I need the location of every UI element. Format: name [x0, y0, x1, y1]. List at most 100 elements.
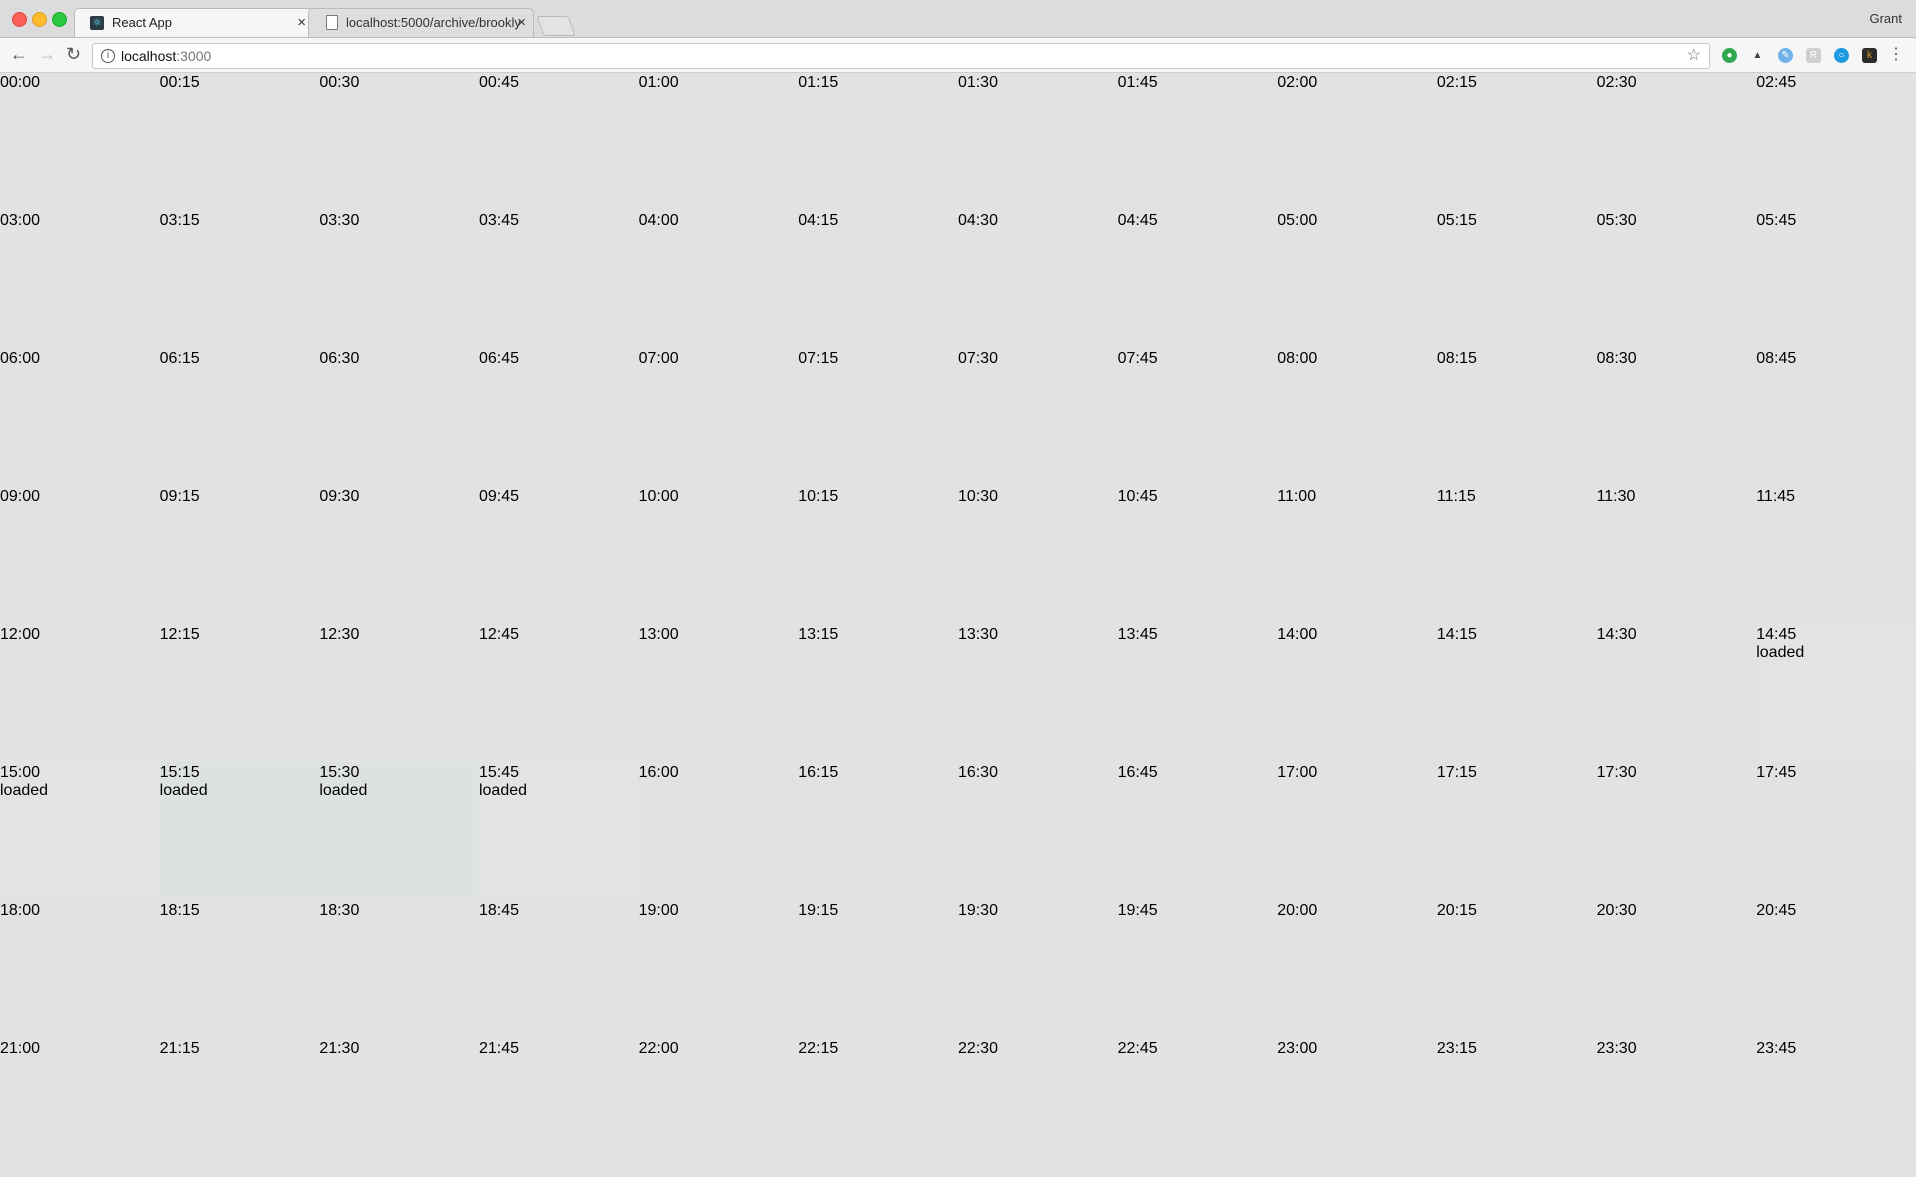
close-window-button[interactable] — [12, 12, 27, 27]
blue-ring-icon[interactable]: ○ — [1834, 48, 1849, 63]
time-slot-cell: 04:15 — [798, 210, 958, 348]
time-slot-cell: 05:15 — [1437, 210, 1597, 348]
time-slot-cell: 11:30 — [1597, 486, 1757, 624]
back-arrow-icon[interactable]: ← — [10, 45, 28, 63]
time-slot-label: 21:15 — [159, 1040, 200, 1057]
time-slot-cell: 15:30 loaded — [319, 762, 479, 900]
time-slot-cell: 02:15 — [1437, 72, 1597, 210]
time-slot-cell: 05:00 — [1277, 210, 1437, 348]
time-slot-label: 12:30 — [319, 626, 360, 643]
time-slot-label: 08:30 — [1596, 350, 1637, 367]
time-slot-label: 02:15 — [1436, 74, 1477, 91]
time-slot-label: 01:30 — [957, 74, 998, 91]
info-icon[interactable]: i — [101, 49, 115, 63]
time-slot-label: 09:15 — [159, 488, 200, 505]
time-slot-label: 16:15 — [798, 764, 839, 781]
menu-dots-icon[interactable]: ⋮ — [1888, 46, 1904, 64]
time-slot-cell: 08:00 — [1277, 348, 1437, 486]
time-slot-cell: 04:30 — [958, 210, 1118, 348]
profile-name[interactable]: Grant — [1869, 11, 1902, 26]
address-bar[interactable]: i localhost:3000 ☆ — [92, 43, 1710, 69]
time-slot-cell: 03:15 — [160, 210, 320, 348]
time-slot-cell: 04:45 — [1118, 210, 1278, 348]
tab-react-app[interactable]: ⚛ React App × — [74, 8, 314, 37]
time-slot-label: 09:30 — [319, 488, 360, 505]
reload-icon[interactable]: ↻ — [66, 45, 81, 63]
close-tab-icon[interactable]: × — [297, 14, 306, 31]
time-slot-label: 17:45 — [1756, 764, 1797, 781]
url-port: :3000 — [176, 48, 212, 64]
time-slot-label: 16:00 — [638, 764, 679, 781]
slot-status-label: loaded — [478, 782, 528, 799]
time-slot-label: 20:00 — [1277, 902, 1318, 919]
time-slot-cell: 13:45 — [1118, 624, 1278, 762]
time-slot-label: 14:30 — [1596, 626, 1637, 643]
time-slot-cell: 05:45 — [1756, 210, 1916, 348]
time-slot-cell: 11:15 — [1437, 486, 1597, 624]
time-slot-cell: 03:45 — [479, 210, 639, 348]
bookmark-star-icon[interactable]: ☆ — [1687, 44, 1701, 68]
feather-icon[interactable]: ✎ — [1778, 48, 1793, 63]
time-slot-cell: 01:00 — [639, 72, 799, 210]
time-slot-cell: 16:15 — [798, 762, 958, 900]
time-slot-cell: 15:15 loaded — [159, 762, 320, 900]
zoom-window-button[interactable] — [52, 12, 67, 27]
time-slot-label: 05:15 — [1436, 212, 1477, 229]
time-slot-label: 13:30 — [957, 626, 998, 643]
time-slot-cell: 11:45 — [1756, 486, 1916, 624]
time-slot-cell: 00:45 — [479, 72, 639, 210]
time-slot-label: 09:00 — [0, 488, 41, 505]
time-slot-cell: 01:15 — [798, 72, 958, 210]
new-tab-button[interactable] — [536, 16, 576, 36]
time-slot-label: 19:15 — [798, 902, 839, 919]
time-slot-cell: 16:30 — [958, 762, 1118, 900]
time-slot-cell: 13:15 — [798, 624, 958, 762]
time-slot-label: 13:00 — [638, 626, 679, 643]
forward-arrow-icon[interactable]: → — [38, 45, 56, 63]
time-slot-label: 23:30 — [1596, 1040, 1637, 1057]
time-slot-cell: 09:00 — [0, 486, 160, 624]
tab-bar: ⚛ React App × localhost:5000/archive/bro… — [0, 0, 1916, 38]
time-slot-label: 10:45 — [1117, 488, 1158, 505]
time-slot-cell: 04:00 — [639, 210, 799, 348]
time-slot-cell: 23:45 — [1756, 1038, 1916, 1176]
time-slot-cell: 20:45 — [1756, 900, 1916, 1038]
slot-status-label: loaded — [0, 782, 49, 799]
time-slot-label: 15:00 — [0, 764, 41, 781]
time-slot-cell: 03:00 — [0, 210, 160, 348]
time-slot-cell: 09:30 — [319, 486, 479, 624]
time-slot-cell: 01:30 — [958, 72, 1118, 210]
time-slot-label: 06:30 — [319, 350, 360, 367]
time-slot-label: 22:30 — [957, 1040, 998, 1057]
cow-icon[interactable]: ▲ — [1750, 48, 1765, 63]
time-slot-label: 18:30 — [319, 902, 360, 919]
tab-title: localhost:5000/archive/brookly — [346, 15, 521, 30]
time-slot-cell: 20:15 — [1437, 900, 1597, 1038]
time-slot-label: 15:15 — [159, 764, 200, 781]
time-slot-label: 23:00 — [1277, 1040, 1318, 1057]
time-slot-label: 03:00 — [0, 212, 41, 229]
time-slot-label: 20:30 — [1596, 902, 1637, 919]
time-slot-label: 10:00 — [638, 488, 679, 505]
minimize-window-button[interactable] — [32, 12, 47, 27]
time-slot-label: 05:45 — [1756, 212, 1797, 229]
time-slot-label: 07:45 — [1117, 350, 1158, 367]
time-slot-label: 19:30 — [957, 902, 998, 919]
time-slot-cell: 22:45 — [1118, 1038, 1278, 1176]
url-text: localhost:3000 — [121, 44, 211, 68]
green-circle-icon[interactable]: ● — [1722, 48, 1737, 63]
time-slot-label: 10:15 — [798, 488, 839, 505]
browser-chrome: ⚛ React App × localhost:5000/archive/bro… — [0, 0, 1916, 73]
time-slot-cell: 07:45 — [1118, 348, 1278, 486]
url-host: localhost — [121, 48, 177, 64]
r-box-icon[interactable]: R — [1806, 48, 1821, 63]
time-slot-cell: 17:45 — [1756, 762, 1916, 900]
close-tab-icon[interactable]: × — [517, 14, 526, 31]
time-slot-label: 01:45 — [1117, 74, 1158, 91]
time-slot-label: 07:00 — [638, 350, 679, 367]
time-slot-label: 15:30 — [319, 764, 360, 781]
k-icon[interactable]: k — [1862, 48, 1877, 63]
tab-localhost-archive[interactable]: localhost:5000/archive/brookly × — [308, 8, 534, 37]
time-slot-cell: 17:15 — [1437, 762, 1597, 900]
time-slot-label: 08:15 — [1436, 350, 1477, 367]
